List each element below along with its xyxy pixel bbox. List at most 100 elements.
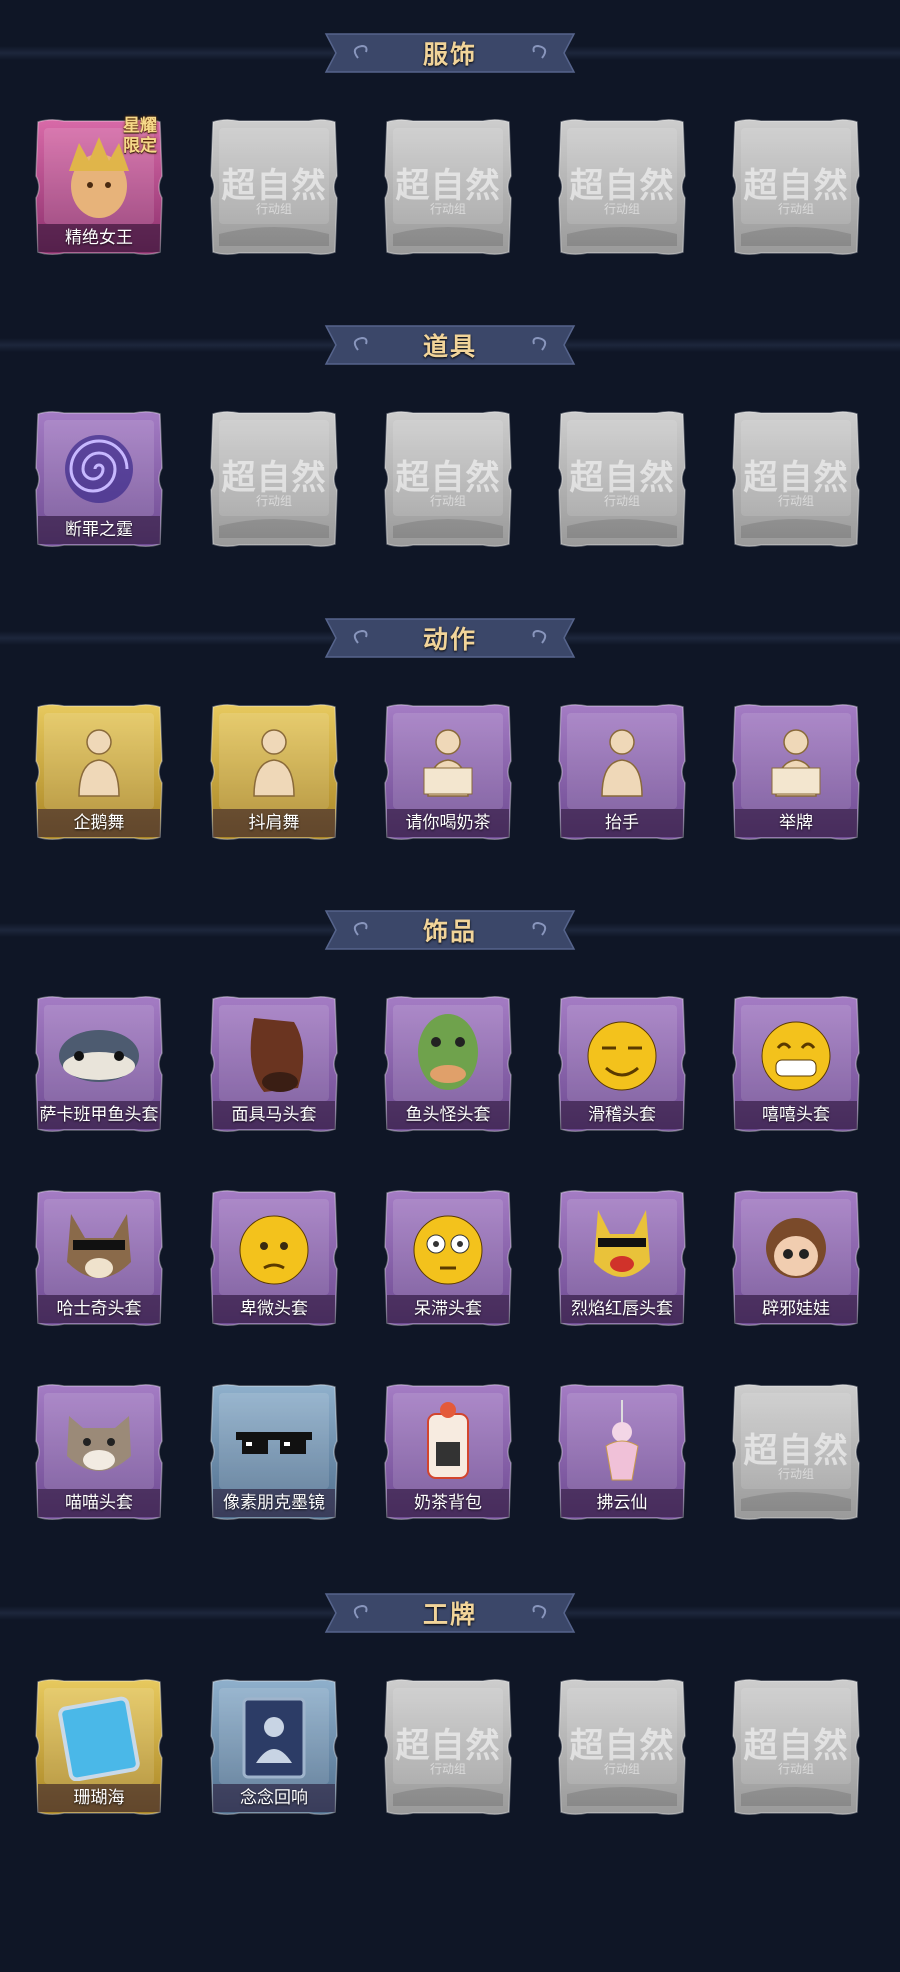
placeholder-subtitle: 行动组 [429,494,466,508]
cat-head-icon [48,1395,150,1487]
item-name: 精绝女王 [65,228,133,248]
placeholder-subtitle: 行动组 [255,494,292,508]
item-card[interactable]: 呆滞头套 [379,1187,517,1329]
item-card[interactable]: 念念回响 [205,1676,343,1818]
item-card[interactable]: 请你喝奶茶 [379,701,517,843]
item-name: 抖肩舞 [248,813,300,833]
sacabambaspis-head-icon [48,1007,150,1099]
item-card[interactable]: 辟邪娃娃 [727,1187,865,1329]
item-name: 举牌 [779,813,813,833]
humble-face-head-icon [223,1201,325,1293]
item-card[interactable]: 拂云仙 [553,1381,691,1523]
pixel-sunglasses-icon [223,1395,325,1487]
red-lips-head-icon [571,1201,673,1293]
item-name: 珊瑚海 [73,1788,125,1808]
item-card[interactable]: 断罪之霆 [30,408,168,550]
empty-slot-card: 超自然 行动组 [553,1676,691,1818]
item-name: 卑微头套 [240,1299,308,1319]
item-name: 念念回响 [240,1788,308,1808]
item-name: 企鹅舞 [73,813,125,833]
item-card[interactable]: 卑微头套 [205,1187,343,1329]
item-name: 萨卡班甲鱼头套 [39,1105,159,1125]
item-card[interactable]: 哈士奇头套 [30,1187,168,1329]
item-name: 面具马头套 [231,1105,317,1125]
placeholder-subtitle: 行动组 [603,1762,640,1776]
item-name: 哈士奇头套 [56,1299,142,1319]
section-title: 工牌 [422,1600,477,1629]
milk-tea-offer-icon [397,715,499,807]
item-card[interactable]: 举牌 [727,701,865,843]
empty-slot-card: 超自然 行动组 [205,408,343,550]
section-banner: 饰品 [318,907,582,953]
item-name: 嘻嘻头套 [762,1105,830,1125]
empty-slot-card: 超自然 行动组 [379,116,517,258]
section-banner: 工牌 [318,1590,582,1636]
coral-sea-badge-icon [48,1690,150,1782]
dazed-face-head-icon [397,1201,499,1293]
section-title: 动作 [422,625,477,654]
limited-badge: 星耀 限定 [123,116,157,156]
placeholder-subtitle: 行动组 [777,494,814,508]
item-card[interactable]: 喵喵头套 [30,1381,168,1523]
empty-slot-card: 超自然 行动组 [727,1381,865,1523]
item-name: 喵喵头套 [65,1493,133,1513]
placeholder-subtitle: 行动组 [429,1762,466,1776]
item-name: 请你喝奶茶 [405,813,491,833]
item-name: 拂云仙 [596,1493,648,1513]
placeholder-subtitle: 行动组 [777,202,814,216]
husky-head-icon [48,1201,150,1293]
section-banner: 道具 [318,322,582,368]
item-card[interactable]: 珊瑚海 [30,1676,168,1818]
funny-face-head-icon [571,1007,673,1099]
item-name: 呆滞头套 [414,1299,482,1319]
item-card[interactable]: 像素朋克墨镜 [205,1381,343,1523]
placeholder-subtitle: 行动组 [603,202,640,216]
empty-slot-card: 超自然 行动组 [553,408,691,550]
horse-mask-icon [223,1007,325,1099]
cloud-fairy-pendant-icon [571,1395,673,1487]
placeholder-subtitle: 行动组 [777,1467,814,1481]
empty-slot-card: 超自然 行动组 [205,116,343,258]
item-name: 烈焰红唇头套 [571,1299,673,1319]
item-card[interactable]: 滑稽头套 [553,993,691,1135]
item-name: 滑稽头套 [588,1105,656,1125]
item-card[interactable]: 抖肩舞 [205,701,343,843]
shoulder-dance-icon [223,715,325,807]
section-banner: 服饰 [318,30,582,76]
hold-sign-icon [745,715,847,807]
empty-slot-card: 超自然 行动组 [553,116,691,258]
item-name: 鱼头怪头套 [405,1105,491,1125]
raise-hand-icon [571,715,673,807]
penguin-dance-icon [48,715,150,807]
placeholder-subtitle: 行动组 [777,1762,814,1776]
milk-tea-backpack-icon [397,1395,499,1487]
item-card[interactable]: 嘻嘻头套 [727,993,865,1135]
item-card[interactable]: 萨卡班甲鱼头套 [30,993,168,1135]
section-title: 饰品 [422,917,477,946]
item-card[interactable]: 面具马头套 [205,993,343,1135]
placeholder-subtitle: 行动组 [603,494,640,508]
item-card[interactable]: 鱼头怪头套 [379,993,517,1135]
item-name: 辟邪娃娃 [762,1299,830,1319]
item-card[interactable]: 抬手 [553,701,691,843]
item-card[interactable]: 烈焰红唇头套 [553,1187,691,1329]
section-title: 道具 [422,332,477,361]
fish-monster-head-icon [397,1007,499,1099]
item-name: 奶茶背包 [414,1493,482,1513]
section-banner: 动作 [318,615,582,661]
empty-slot-card: 超自然 行动组 [727,408,865,550]
grin-face-head-icon [745,1007,847,1099]
placeholder-subtitle: 行动组 [255,202,292,216]
item-card[interactable]: 星耀 限定精绝女王 [30,116,168,258]
spiral-lightning-icon [48,422,150,514]
item-card[interactable]: 奶茶背包 [379,1381,517,1523]
empty-slot-card: 超自然 行动组 [379,408,517,550]
echo-badge-icon [223,1690,325,1782]
item-name: 断罪之霆 [65,520,133,540]
item-card[interactable]: 企鹅舞 [30,701,168,843]
empty-slot-card: 超自然 行动组 [727,1676,865,1818]
section-title: 服饰 [422,40,477,69]
item-name: 像素朋克墨镜 [223,1493,325,1513]
empty-slot-card: 超自然 行动组 [727,116,865,258]
empty-slot-card: 超自然 行动组 [379,1676,517,1818]
